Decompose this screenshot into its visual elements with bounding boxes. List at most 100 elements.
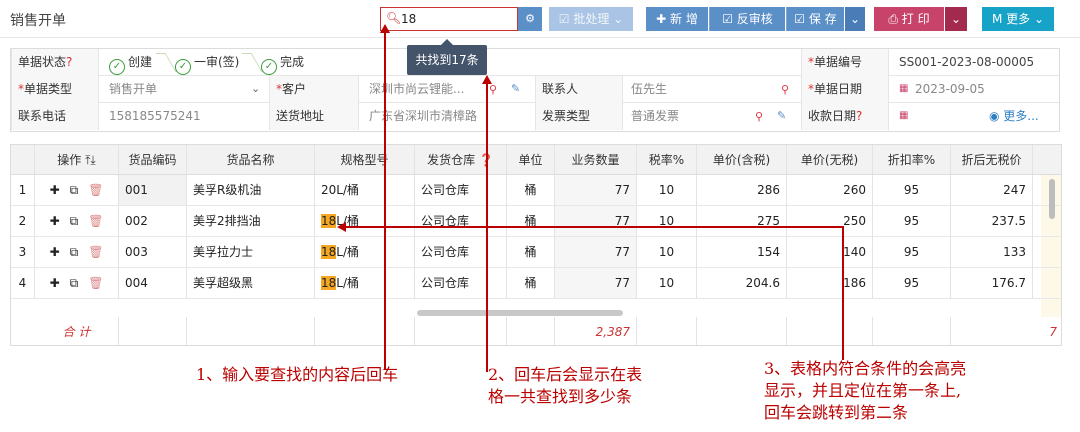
header-price-tax[interactable]: 单价(含税) [697,145,787,174]
cell-spec[interactable]: 20L/桶 [315,175,415,205]
cell-actions[interactable]: ✚ ⧉ 🗑︎ [35,268,119,298]
date-field[interactable]: 2023-09-05 [907,76,1047,103]
cell-code[interactable]: 001 [119,175,187,205]
cell-price-tax[interactable]: 204.6 [697,268,787,298]
save-button[interactable]: ☑ 保 存 [786,7,844,31]
cell-code[interactable]: 002 [119,206,187,236]
add-row-icon[interactable]: ✚ [50,214,60,228]
cell-price-notax[interactable]: 260 [787,175,873,205]
delete-row-icon[interactable]: 🗑︎ [88,276,103,290]
cell-tax[interactable]: 10 [637,237,697,267]
cell-warehouse[interactable]: 公司仓库 [415,268,507,298]
cell-tax[interactable]: 10 [637,206,697,236]
cell-discount[interactable]: 95 [873,237,951,267]
cell-spec[interactable]: 18L/桶 [315,237,415,267]
cell-actions[interactable]: ✚ ⧉ 🗑︎ [35,175,119,205]
header-discount[interactable]: 折扣率% [873,145,951,174]
edit-pen-icon[interactable]: ✎ [777,109,786,122]
cell-unit[interactable]: 桶 [507,175,555,205]
header-name[interactable]: 货品名称 [187,145,315,174]
cell-qty[interactable]: 77 [555,206,637,236]
more-fields-link[interactable]: ◉ 更多... [989,103,1039,130]
cell-spec[interactable]: 18L/桶 [315,268,415,298]
cell-qty[interactable]: 77 [555,175,637,205]
cell-index[interactable]: 4 [11,268,35,298]
cell-name[interactable]: 美孚2排挡油 [187,206,315,236]
cell-spec[interactable]: 18L/桶 [315,206,415,236]
cell-code[interactable]: 004 [119,268,187,298]
calendar-icon[interactable]: ▦ [899,110,908,121]
header-qty[interactable]: 业务数量 [555,145,637,174]
add-row-icon[interactable]: ✚ [50,245,60,259]
cell-after-discount[interactable]: 237.5 [951,206,1033,236]
table-row[interactable]: 1 ✚ ⧉ 🗑︎ 001 美孚R级机油 20L/桶 公司仓库桶 77 10 286 260 95 247 [11,175,1061,206]
cell-name[interactable]: 美孚R级机油 [187,175,315,205]
cell-after-discount[interactable]: 176.7 [951,268,1033,298]
cell-index[interactable]: 1 [11,175,35,205]
search-icon[interactable]: ⚲ [781,83,789,96]
delete-row-icon[interactable]: 🗑︎ [88,183,103,197]
cell-tax[interactable]: 10 [637,268,697,298]
search-options-button[interactable]: ⚙ [518,7,542,31]
cell-unit[interactable]: 桶 [507,268,555,298]
cell-warehouse[interactable]: 公司仓库 [415,175,507,205]
cell-price-notax[interactable]: 250 [787,206,873,236]
header-warehouse[interactable]: 发货仓库 ❓ [415,145,507,174]
cell-after-discount[interactable]: 247 [951,175,1033,205]
cell-name[interactable]: 美孚拉力士 [187,237,315,267]
cell-actions[interactable]: ✚ ⧉ 🗑︎ [35,206,119,236]
horizontal-scrollbar[interactable] [417,310,623,316]
cell-qty[interactable]: 77 [555,268,637,298]
cell-actions[interactable]: ✚ ⧉ 🗑︎ [35,237,119,267]
print-dropdown-button[interactable]: ⌄ [945,7,967,31]
table-row[interactable]: 3 ✚ ⧉ 🗑︎ 003 美孚拉力士 18L/桶 公司仓库桶 77 10 154 140 95 133 [11,237,1061,268]
doc-type-select[interactable]: 销售开单 [101,76,241,103]
save-dropdown-button[interactable]: ⌄ [845,7,865,31]
vertical-scrollbar[interactable] [1049,179,1055,219]
contact-field[interactable]: 伍先生 [623,76,763,103]
header-after-discount[interactable]: 折后无税价 [951,145,1033,174]
cell-warehouse[interactable]: 公司仓库 [415,237,507,267]
table-row[interactable]: 4 ✚ ⧉ 🗑︎ 004 美孚超级黑 18L/桶 公司仓库桶 77 10 204.6 186 95 176… [11,268,1061,299]
header-code[interactable]: 货品编码 [119,145,187,174]
copy-row-icon[interactable]: ⧉ [70,183,79,197]
cell-index[interactable]: 3 [11,237,35,267]
copy-row-icon[interactable]: ⧉ [70,214,79,228]
table-row[interactable]: 2 ✚ ⧉ 🗑︎ 002 美孚2排挡油 18L/桶 公司仓库桶 77 10 275 250 95 237.… [11,206,1061,237]
search-icon[interactable]: ⚲ [755,110,763,123]
phone-field[interactable]: 158185575241 [101,103,261,130]
delete-row-icon[interactable]: 🗑︎ [88,214,103,228]
invoice-field[interactable]: 普通发票 [623,103,743,130]
print-button[interactable]: ⎙ 打 印 [874,7,944,31]
cell-price-tax[interactable]: 154 [697,237,787,267]
header-unit[interactable]: 单位 [507,145,555,174]
customer-field[interactable]: 深圳市尚云锂能... [361,76,481,103]
cell-discount[interactable]: 95 [873,175,951,205]
header-price-notax[interactable]: 单价(无税) [787,145,873,174]
address-field[interactable]: 广东省深圳市清樟路 [361,103,531,130]
copy-row-icon[interactable]: ⧉ [70,245,79,259]
header-actions[interactable]: 操作 ⤒⤓ [35,145,119,174]
cell-unit[interactable]: 桶 [507,237,555,267]
cell-unit[interactable]: 桶 [507,206,555,236]
unaudit-button[interactable]: ☑ 反审核 [709,7,785,31]
batch-process-button[interactable]: ☑ 批处理 ⌄ [549,7,633,31]
copy-row-icon[interactable]: ⧉ [70,276,79,290]
cell-name[interactable]: 美孚超级黑 [187,268,315,298]
add-row-icon[interactable]: ✚ [50,276,60,290]
cell-tax[interactable]: 10 [637,175,697,205]
cell-after-discount[interactable]: 133 [951,237,1033,267]
cell-discount[interactable]: 95 [873,268,951,298]
cell-code[interactable]: 003 [119,237,187,267]
search-icon[interactable]: ⚲ [489,83,497,96]
more-button[interactable]: M 更多 ⌄ [982,7,1054,31]
cell-price-tax[interactable]: 286 [697,175,787,205]
cell-price-notax[interactable]: 186 [787,268,873,298]
cell-qty[interactable]: 77 [555,237,637,267]
header-spec[interactable]: 规格型号 [315,145,415,174]
cell-price-tax[interactable]: 275 [697,206,787,236]
cell-warehouse[interactable]: 公司仓库 [415,206,507,236]
search-input[interactable] [401,11,511,27]
add-row-icon[interactable]: ✚ [50,183,60,197]
delete-row-icon[interactable]: 🗑︎ [88,245,103,259]
